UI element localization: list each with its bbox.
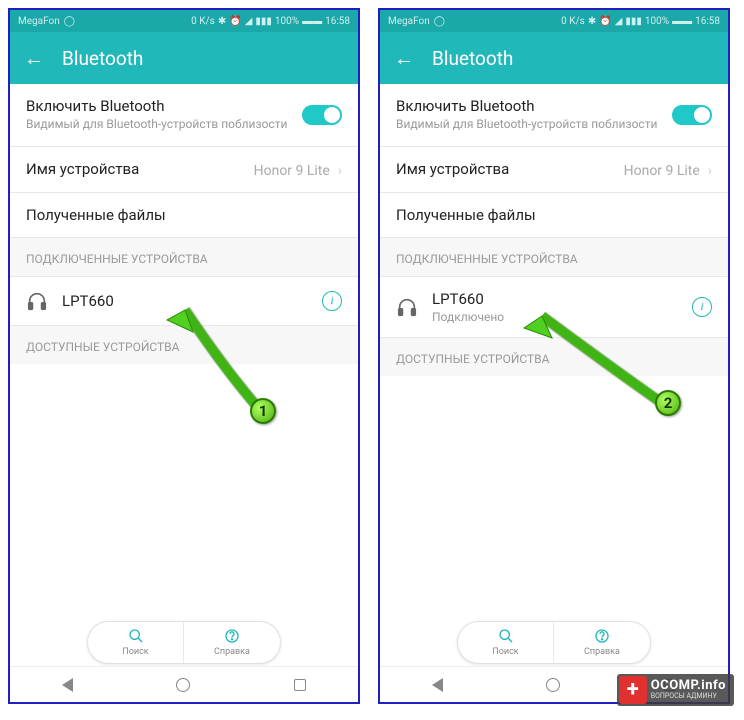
- battery-label: 100%: [645, 16, 669, 27]
- received-files-row[interactable]: Полученные файлы: [380, 193, 728, 238]
- device-status: Подключено: [432, 310, 678, 324]
- search-label: Поиск: [122, 647, 148, 657]
- annotation-badge-2: 2: [655, 390, 681, 416]
- help-icon: [594, 628, 610, 646]
- search-button[interactable]: Поиск: [88, 622, 184, 663]
- search-icon: [128, 628, 144, 646]
- nav-recent-icon[interactable]: [294, 679, 306, 691]
- watermark-plus-icon: +: [619, 676, 647, 704]
- info-icon[interactable]: i: [322, 291, 342, 311]
- help-button[interactable]: Справка: [554, 622, 650, 663]
- battery-icon: ▬▬: [672, 16, 692, 27]
- alarm-icon: ⏰: [599, 16, 611, 27]
- device-name: LPT660: [432, 290, 678, 308]
- status-bar: MegaFon ◯ 0 K/s ✱ ⏰ ◢ ▮▮▮ 100% ▬▬ 16:58: [380, 10, 728, 32]
- clock-label: 16:58: [325, 16, 350, 27]
- phone-screenshot-left: MegaFon ◯ 0 K/s ✱ ⏰ ◢ ▮▮▮ 100% ▬▬ 16:58 …: [8, 8, 360, 704]
- bottom-action-bar: Поиск Справка: [87, 621, 281, 664]
- enable-bluetooth-row[interactable]: Включить Bluetooth Видимый для Bluetooth…: [10, 84, 358, 147]
- search-label: Поиск: [492, 647, 518, 657]
- enable-subtitle: Видимый для Bluetooth-устройств поблизос…: [396, 117, 672, 133]
- enable-title: Включить Bluetooth: [26, 97, 302, 115]
- signal-icon: ▮▮▮: [255, 16, 272, 27]
- carrier-label: MegaFon: [388, 16, 430, 27]
- available-section-header: ДОСТУПНЫЕ УСТРОЙСТВА: [10, 326, 358, 364]
- annotation-badge-1: 1: [250, 398, 276, 424]
- status-bar: MegaFon ◯ 0 K/s ✱ ⏰ ◢ ▮▮▮ 100% ▬▬ 16:58: [10, 10, 358, 32]
- available-section-header: ДОСТУПНЫЕ УСТРОЙСТВА: [380, 338, 728, 376]
- watermark-main: OCOMP.info: [651, 679, 726, 693]
- bluetooth-toggle[interactable]: [302, 105, 342, 125]
- carrier-label: MegaFon: [18, 16, 60, 27]
- wifi-icon: ◢: [615, 16, 623, 27]
- clock-label: 16:58: [695, 16, 720, 27]
- page-title: Bluetooth: [62, 47, 143, 70]
- sync-icon: ◯: [64, 16, 75, 27]
- back-icon[interactable]: ←: [394, 46, 414, 71]
- speed-label: 0 K/s: [191, 16, 215, 27]
- back-icon[interactable]: ←: [24, 46, 44, 71]
- battery-icon: ▬▬: [302, 16, 322, 27]
- nav-bar: [10, 666, 358, 702]
- help-button[interactable]: Справка: [184, 622, 280, 663]
- sync-icon: ◯: [434, 16, 445, 27]
- nav-back-icon[interactable]: [432, 678, 443, 692]
- device-name: LPT660: [62, 292, 308, 310]
- watermark: + OCOMP.info ВОПРОСЫ АДМИНУ: [617, 674, 734, 706]
- devname-title: Имя устройства: [26, 160, 139, 178]
- watermark-sub: ВОПРОСЫ АДМИНУ: [651, 693, 726, 701]
- phone-screenshot-right: MegaFon ◯ 0 K/s ✱ ⏰ ◢ ▮▮▮ 100% ▬▬ 16:58 …: [378, 8, 730, 704]
- app-header: ← Bluetooth: [380, 32, 728, 84]
- headphones-icon: [26, 290, 48, 312]
- help-label: Справка: [584, 647, 620, 657]
- enable-bluetooth-row[interactable]: Включить Bluetooth Видимый для Bluetooth…: [380, 84, 728, 147]
- connected-section-header: ПОДКЛЮЧЕННЫЕ УСТРОЙСТВА: [380, 238, 728, 277]
- nav-home-icon[interactable]: [176, 678, 190, 692]
- chevron-right-icon: ›: [708, 163, 712, 179]
- devname-value: Honor 9 Lite: [624, 163, 700, 179]
- devname-title: Имя устройства: [396, 160, 509, 178]
- files-title: Полученные файлы: [396, 206, 536, 224]
- nav-back-icon[interactable]: [62, 678, 73, 692]
- files-title: Полученные файлы: [26, 206, 166, 224]
- signal-icon: ▮▮▮: [625, 16, 642, 27]
- bluetooth-icon: ✱: [588, 16, 596, 27]
- bluetooth-toggle[interactable]: [672, 105, 712, 125]
- info-icon[interactable]: i: [692, 297, 712, 317]
- enable-title: Включить Bluetooth: [396, 97, 672, 115]
- enable-subtitle: Видимый для Bluetooth-устройств поблизос…: [26, 117, 302, 133]
- search-icon: [498, 628, 514, 646]
- devname-value: Honor 9 Lite: [254, 163, 330, 179]
- connected-section-header: ПОДКЛЮЧЕННЫЕ УСТРОЙСТВА: [10, 238, 358, 277]
- bottom-action-bar: Поиск Справка: [457, 621, 651, 664]
- alarm-icon: ⏰: [229, 16, 241, 27]
- device-row[interactable]: LPT660 i: [10, 277, 358, 326]
- speed-label: 0 K/s: [561, 16, 585, 27]
- battery-label: 100%: [275, 16, 299, 27]
- help-icon: [224, 628, 240, 646]
- received-files-row[interactable]: Полученные файлы: [10, 193, 358, 238]
- nav-home-icon[interactable]: [546, 678, 560, 692]
- app-header: ← Bluetooth: [10, 32, 358, 84]
- bluetooth-icon: ✱: [218, 16, 226, 27]
- search-button[interactable]: Поиск: [458, 622, 554, 663]
- page-title: Bluetooth: [432, 47, 513, 70]
- help-label: Справка: [214, 647, 250, 657]
- wifi-icon: ◢: [245, 16, 253, 27]
- chevron-right-icon: ›: [338, 163, 342, 179]
- device-row[interactable]: LPT660 Подключено i: [380, 277, 728, 338]
- device-name-row[interactable]: Имя устройства Honor 9 Lite ›: [10, 147, 358, 193]
- device-name-row[interactable]: Имя устройства Honor 9 Lite ›: [380, 147, 728, 193]
- headphones-icon: [396, 296, 418, 318]
